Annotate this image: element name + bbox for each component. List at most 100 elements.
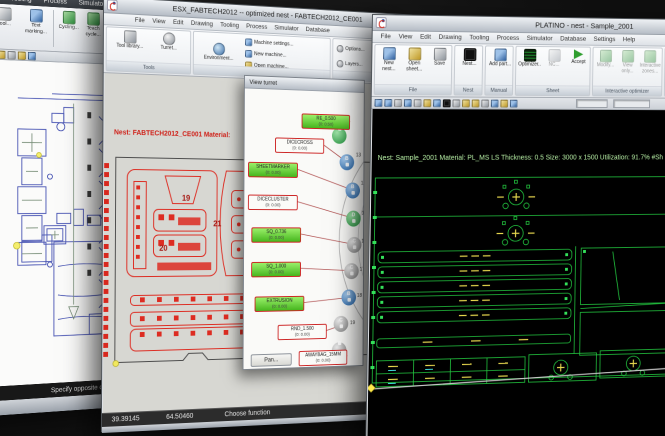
nest-button[interactable]: Nest... — [458, 48, 481, 68]
menu-view[interactable]: View — [152, 18, 165, 26]
layers-button[interactable]: Layers... — [337, 60, 363, 69]
quick-icon[interactable] — [414, 99, 422, 107]
menu-help[interactable]: Help — [623, 36, 635, 43]
quick-icon[interactable] — [375, 99, 383, 107]
quick-icon[interactable] — [510, 99, 518, 107]
options-button[interactable]: Options... — [337, 45, 365, 54]
interactive-zones-icon — [644, 50, 656, 63]
new-nest-button[interactable]: New nest... — [377, 47, 401, 73]
quick-icon-1[interactable] — [0, 50, 6, 59]
tool-label: AWAYBAG_15MM(0: 0.00) — [299, 350, 348, 367]
menu-simulator[interactable]: Simulator — [274, 24, 298, 32]
status-prompt: Choose function — [225, 409, 271, 418]
tool-label: SQ_0.736(0: 0.00) — [251, 227, 301, 242]
menu-tooling[interactable]: Tooling — [220, 22, 239, 30]
tool-library-button[interactable]: Tool library... — [111, 29, 149, 50]
tool-label: EXTRUSION(0: 0.00) — [255, 296, 305, 312]
tab-simulator[interactable]: Simulator — [79, 0, 106, 8]
group-label-manual: Manual — [485, 85, 512, 95]
turret-dialog-body[interactable]: B B D C C B C 13 14 15 16 17 18 19 RE_0.… — [243, 88, 363, 369]
quick-icon[interactable] — [452, 99, 460, 107]
quick-icon[interactable] — [443, 99, 451, 107]
tool-library-icon — [124, 30, 137, 44]
quick-icon[interactable] — [472, 99, 480, 107]
machine-settings-button[interactable]: Machine settings... — [245, 38, 293, 48]
menu-edit[interactable]: Edit — [420, 34, 431, 41]
modify-button[interactable]: Modify... — [595, 50, 616, 69]
tool-button[interactable]: tool... — [0, 6, 19, 28]
menu-file[interactable]: File — [135, 17, 145, 24]
tab-tooling[interactable]: Tooling — [11, 0, 32, 3]
turret-station-ball[interactable]: B — [340, 154, 355, 170]
quick-icon[interactable] — [423, 99, 431, 107]
menu-database[interactable]: Database — [306, 26, 330, 34]
menu-settings[interactable]: Settings — [594, 36, 616, 43]
nc-button[interactable]: NC... — [543, 49, 566, 69]
menu-edit[interactable]: Edit — [173, 19, 183, 26]
ribbon-separator — [53, 10, 54, 47]
status-field — [613, 99, 650, 108]
quick-icon[interactable] — [394, 99, 402, 107]
view-only-button[interactable]: View only... — [617, 50, 638, 75]
turret-button[interactable]: Turret... — [151, 32, 187, 53]
quick-icon[interactable] — [404, 99, 412, 107]
ribbon-group-interactive-optimizer: Modify... View only... Interactive zones… — [592, 47, 663, 97]
menu-process[interactable]: Process — [246, 23, 267, 31]
tool-icon — [0, 7, 11, 21]
status-field — [576, 99, 608, 108]
quick-icon-3[interactable] — [18, 51, 26, 60]
part-number-21: 21 — [213, 219, 222, 228]
turret-station-ball[interactable]: D — [346, 211, 361, 227]
add-part-icon — [494, 48, 507, 61]
turret-dialog-title: View turret — [249, 78, 277, 86]
group-label-interactive-optimizer: Interactive optimizer — [593, 86, 661, 96]
quick-icon[interactable] — [384, 99, 392, 107]
save-button[interactable]: Save — [428, 48, 452, 68]
menu-simulator[interactable]: Simulator — [527, 35, 553, 42]
part-number-19: 19 — [182, 194, 191, 203]
turret-station-ball[interactable]: C — [347, 237, 362, 253]
ribbon-group-machine: Environment... Machine settings... New m… — [193, 31, 331, 81]
quick-icon-2[interactable] — [8, 50, 16, 59]
right-nest-drawing — [367, 169, 665, 436]
new-machine-button[interactable]: New machine... — [245, 50, 287, 60]
group-label-file: File — [375, 84, 451, 94]
cycling-button[interactable]: Cycling... — [57, 10, 81, 31]
layers-icon — [337, 60, 344, 68]
menu-process[interactable]: Process — [497, 35, 519, 42]
optimizer-icon — [523, 49, 535, 62]
quick-icon[interactable] — [462, 99, 470, 107]
environment-icon — [213, 42, 225, 55]
options-icon — [337, 45, 344, 53]
desktop: { "left_window": { "tabs": ["Tooling", "… — [0, 0, 665, 436]
quick-icon[interactable] — [481, 99, 489, 107]
quick-icon-4[interactable] — [28, 51, 36, 60]
turret-station-ball[interactable]: B — [345, 182, 360, 198]
menu-drawing[interactable]: Drawing — [191, 20, 213, 28]
accept-button[interactable]: Accept — [567, 49, 590, 66]
interactive-zones-button[interactable]: Interactive zones... — [639, 50, 660, 75]
quick-icon[interactable] — [433, 99, 441, 107]
quick-icon[interactable] — [491, 99, 499, 107]
add-part-button[interactable]: Add part... — [489, 48, 512, 68]
right-nest-canvas[interactable]: Nest: Sample_2001 Material: PL_MS LS Thi… — [367, 109, 665, 436]
optimizer-button[interactable]: Optimizer... — [518, 49, 541, 69]
menu-database[interactable]: Database — [560, 36, 586, 43]
teach-cycle-button[interactable]: Teach cycle... — [82, 12, 103, 39]
tab-process[interactable]: Process — [44, 0, 67, 5]
ribbon-group-sheet: Optimizer... NC... Accept Sheet — [515, 46, 591, 97]
station-number: 17 — [360, 267, 364, 273]
pan-button[interactable]: Pan... — [251, 353, 292, 367]
open-sheet-button[interactable]: Open sheet... — [402, 47, 426, 73]
menu-tooling[interactable]: Tooling — [469, 34, 489, 41]
menu-drawing[interactable]: Drawing — [439, 34, 462, 41]
nc-icon — [548, 49, 560, 62]
nest-info-text: Nest: Sample_2001 Material: PL_MS LS Thi… — [378, 154, 663, 162]
environment-button[interactable]: Environment... — [197, 42, 239, 63]
menu-view[interactable]: View — [399, 33, 413, 40]
view-turret-dialog: View turret B B D C C B C 13 14 15 16 17… — [243, 75, 365, 370]
text-marking-button[interactable]: Text marking... — [21, 8, 51, 36]
menu-file[interactable]: File — [380, 33, 390, 40]
turret-station-ball[interactable] — [332, 128, 347, 144]
quick-icon[interactable] — [500, 99, 508, 107]
